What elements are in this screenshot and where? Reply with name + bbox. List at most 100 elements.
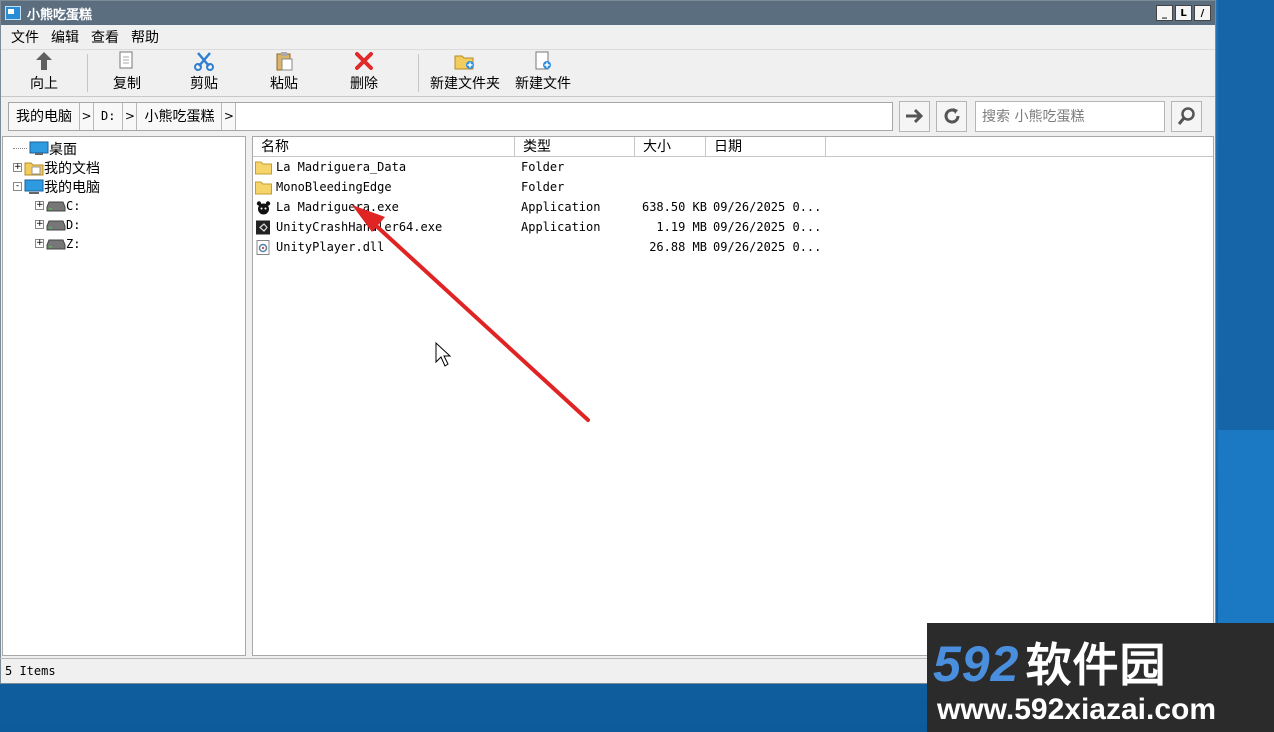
close-button[interactable]: / bbox=[1194, 5, 1211, 21]
file-name: MonoBleedingEdge bbox=[276, 180, 392, 194]
window-controls: _ L / bbox=[1156, 5, 1215, 21]
minimize-button[interactable]: _ bbox=[1156, 5, 1173, 21]
refresh-icon bbox=[944, 108, 959, 124]
tree-item-drive-c[interactable]: + C: bbox=[3, 196, 245, 215]
expand-icon[interactable]: + bbox=[35, 201, 44, 210]
tree-item-label: 我的文档 bbox=[44, 160, 100, 177]
new-folder-icon bbox=[454, 50, 476, 72]
tree-item-documents[interactable]: + 我的文档 bbox=[3, 158, 245, 177]
cut-label: 剪贴 bbox=[190, 76, 218, 92]
menu-bar: 文件 编辑 查看 帮助 bbox=[1, 25, 1215, 49]
copy-button[interactable]: 复制 bbox=[96, 50, 158, 96]
file-list: 名称 类型 大小 日期 La Madriguera_Data Folder Mo… bbox=[252, 136, 1214, 656]
watermark-logo: 592 软件园 www.592xiazai.com bbox=[927, 623, 1274, 732]
desktop-icon bbox=[29, 141, 49, 155]
file-date: 09/26/2025 0... bbox=[713, 200, 822, 214]
title-bar[interactable]: 小熊吃蛋糕 _ L / bbox=[1, 1, 1215, 25]
window-title: 小熊吃蛋糕 bbox=[27, 7, 93, 23]
collapse-icon[interactable]: - bbox=[13, 182, 22, 191]
toolbar: 向上 复制 剪贴 粘贴 删除 新建文件夹 新建文件 bbox=[1, 49, 1215, 97]
file-type: Folder bbox=[521, 180, 565, 194]
drive-icon bbox=[46, 239, 66, 249]
tree-item-label: 我的电脑 bbox=[44, 179, 100, 196]
expand-icon[interactable]: + bbox=[35, 220, 44, 229]
column-type[interactable]: 类型 bbox=[515, 137, 635, 156]
chevron-right-icon[interactable]: > bbox=[222, 102, 237, 130]
content-panes: 桌面 + 我的文档 - 我的电脑 + C: + D: + Z: 名称 类型 大小… bbox=[2, 136, 1214, 658]
unity-exe-icon bbox=[256, 220, 270, 234]
clipboard-icon bbox=[274, 50, 294, 72]
tree-item-drive-z[interactable]: + Z: bbox=[3, 234, 245, 253]
tree-item-desktop[interactable]: 桌面 bbox=[3, 139, 245, 158]
delete-label: 删除 bbox=[350, 76, 378, 92]
maximize-button[interactable]: L bbox=[1175, 5, 1192, 21]
paste-button[interactable]: 粘贴 bbox=[250, 50, 318, 96]
column-size[interactable]: 大小 bbox=[635, 137, 706, 156]
desktop-panel bbox=[1218, 0, 1274, 430]
folder-icon bbox=[255, 161, 272, 174]
folder-tree: 桌面 + 我的文档 - 我的电脑 + C: + D: + Z: bbox=[2, 136, 246, 656]
watermark-url: www.592xiazai.com bbox=[937, 693, 1217, 726]
address-bar: 我的电脑 > D: > 小熊吃蛋糕 > 搜索 小熊吃蛋糕 bbox=[1, 97, 1215, 135]
crumb-my-computer[interactable]: 我的电脑 bbox=[9, 102, 80, 130]
up-label: 向上 bbox=[30, 76, 58, 92]
chevron-right-icon[interactable]: > bbox=[80, 102, 94, 130]
file-row[interactable]: La Madriguera.exe Application 638.50 KB … bbox=[253, 197, 1213, 217]
watermark-brand-cn: 软件园 bbox=[1025, 639, 1167, 691]
column-name[interactable]: 名称 bbox=[253, 137, 515, 156]
file-date: 09/26/2025 0... bbox=[713, 240, 822, 254]
new-file-label: 新建文件 bbox=[515, 76, 571, 92]
game-exe-icon bbox=[256, 200, 271, 214]
menu-edit[interactable]: 编辑 bbox=[45, 25, 85, 49]
crumb-current-folder[interactable]: 小熊吃蛋糕 bbox=[137, 102, 223, 130]
file-name: UnityPlayer.dll bbox=[276, 240, 385, 254]
up-button[interactable]: 向上 bbox=[9, 50, 79, 96]
file-list-header: 名称 类型 大小 日期 bbox=[253, 137, 1213, 157]
copy-icon bbox=[118, 50, 136, 72]
delete-x-icon bbox=[354, 50, 374, 72]
go-button[interactable] bbox=[899, 100, 930, 132]
tree-item-label: Z: bbox=[66, 236, 81, 251]
breadcrumb[interactable]: 我的电脑 > D: > 小熊吃蛋糕 > bbox=[8, 101, 893, 131]
file-name: UnityCrashHandler64.exe bbox=[276, 220, 443, 234]
file-type: Folder bbox=[521, 160, 565, 174]
scissors-icon bbox=[194, 50, 214, 72]
refresh-button[interactable] bbox=[936, 100, 967, 132]
toolbar-separator bbox=[418, 54, 419, 92]
item-count: 5 Items bbox=[5, 663, 56, 678]
documents-folder-icon bbox=[24, 162, 44, 175]
menu-help[interactable]: 帮助 bbox=[125, 25, 165, 49]
new-folder-button[interactable]: 新建文件夹 bbox=[427, 50, 503, 96]
menu-file[interactable]: 文件 bbox=[5, 25, 45, 49]
crumb-drive-d[interactable]: D: bbox=[94, 102, 124, 130]
file-date: 09/26/2025 0... bbox=[713, 220, 822, 234]
menu-view[interactable]: 查看 bbox=[85, 25, 125, 49]
copy-label: 复制 bbox=[113, 76, 141, 92]
cut-button[interactable]: 剪贴 bbox=[158, 50, 250, 96]
search-button[interactable] bbox=[1171, 100, 1202, 132]
new-file-button[interactable]: 新建文件 bbox=[509, 50, 577, 96]
search-input[interactable]: 搜索 小熊吃蛋糕 bbox=[975, 100, 1165, 132]
watermark-brand: 592 软件园 bbox=[933, 629, 1166, 695]
new-folder-label: 新建文件夹 bbox=[430, 76, 500, 92]
dll-icon bbox=[256, 239, 270, 255]
drive-icon bbox=[46, 201, 66, 211]
computer-icon bbox=[24, 179, 44, 194]
expand-icon[interactable]: + bbox=[13, 163, 22, 172]
file-row[interactable]: UnityPlayer.dll 26.88 MB 09/26/2025 0... bbox=[253, 237, 1213, 257]
expand-icon[interactable]: + bbox=[35, 239, 44, 248]
chevron-right-icon[interactable]: > bbox=[123, 102, 138, 130]
tree-item-my-computer[interactable]: - 我的电脑 bbox=[3, 177, 245, 196]
delete-button[interactable]: 删除 bbox=[318, 50, 410, 96]
file-row[interactable]: La Madriguera_Data Folder bbox=[253, 157, 1213, 177]
tree-item-label: D: bbox=[66, 217, 81, 232]
drive-icon bbox=[46, 220, 66, 230]
file-row[interactable]: MonoBleedingEdge Folder bbox=[253, 177, 1213, 197]
column-date[interactable]: 日期 bbox=[706, 137, 826, 156]
tree-item-drive-d[interactable]: + D: bbox=[3, 215, 245, 234]
file-type: Application bbox=[521, 220, 601, 234]
file-row[interactable]: UnityCrashHandler64.exe Application 1.19… bbox=[253, 217, 1213, 237]
new-file-icon bbox=[533, 50, 553, 72]
file-type: Application bbox=[521, 200, 601, 214]
file-name: La Madriguera.exe bbox=[276, 200, 399, 214]
